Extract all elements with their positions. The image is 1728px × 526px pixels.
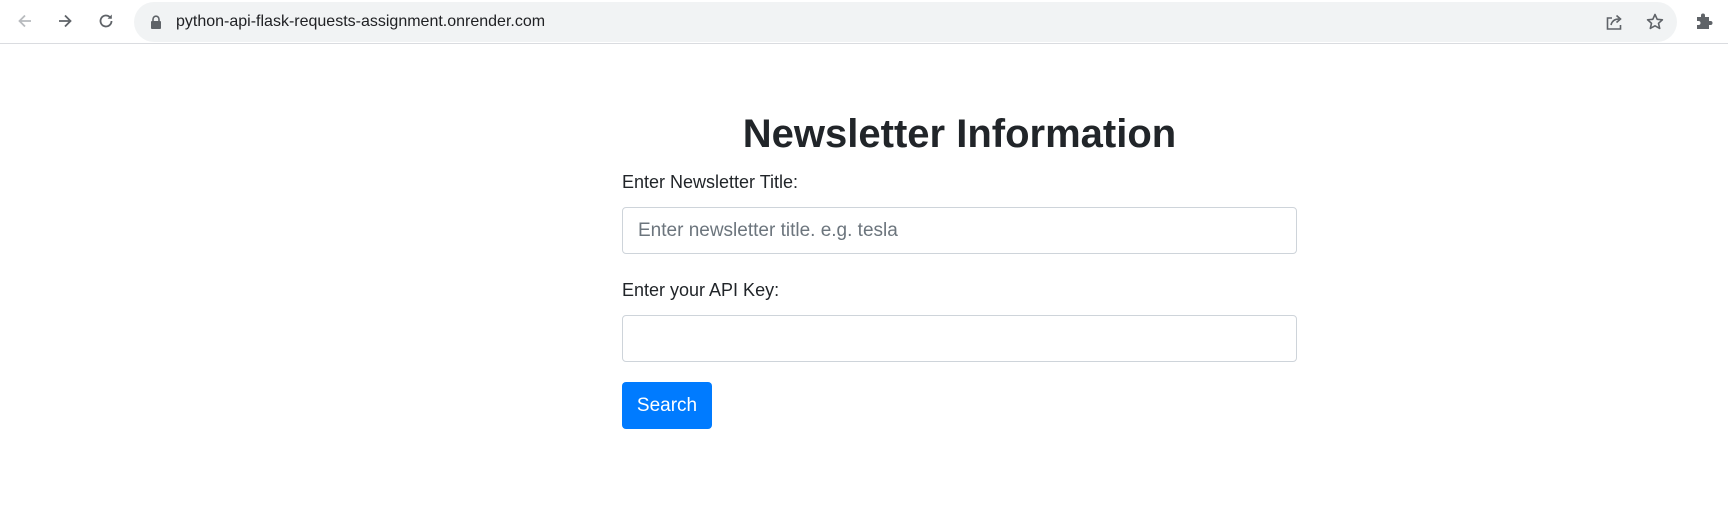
url-text: python-api-flask-requests-assignment.onr… [176,13,546,30]
back-button[interactable] [10,6,40,36]
page-title: Newsletter Information [742,112,1177,156]
newsletter-title-input[interactable] [622,207,1297,254]
lock-icon [151,15,161,29]
arrow-right-icon [59,14,72,28]
browser-toolbar: python-api-flask-requests-assignment.onr… [0,0,1728,44]
bookmark-star-icon[interactable] [1645,12,1665,32]
address-bar[interactable]: python-api-flask-requests-assignment.onr… [134,2,1677,42]
forward-button[interactable] [50,6,80,36]
reload-icon [99,14,113,28]
search-button[interactable]: Search [622,382,712,429]
api-key-label: Enter your API Key: [622,280,780,300]
arrow-left-icon [18,14,31,28]
api-key-input[interactable] [622,315,1297,362]
reload-button[interactable] [91,6,121,36]
newsletter-title-label: Enter Newsletter Title: [622,172,799,192]
extensions-puzzle-icon[interactable] [1694,11,1714,31]
share-icon[interactable] [1604,12,1624,32]
